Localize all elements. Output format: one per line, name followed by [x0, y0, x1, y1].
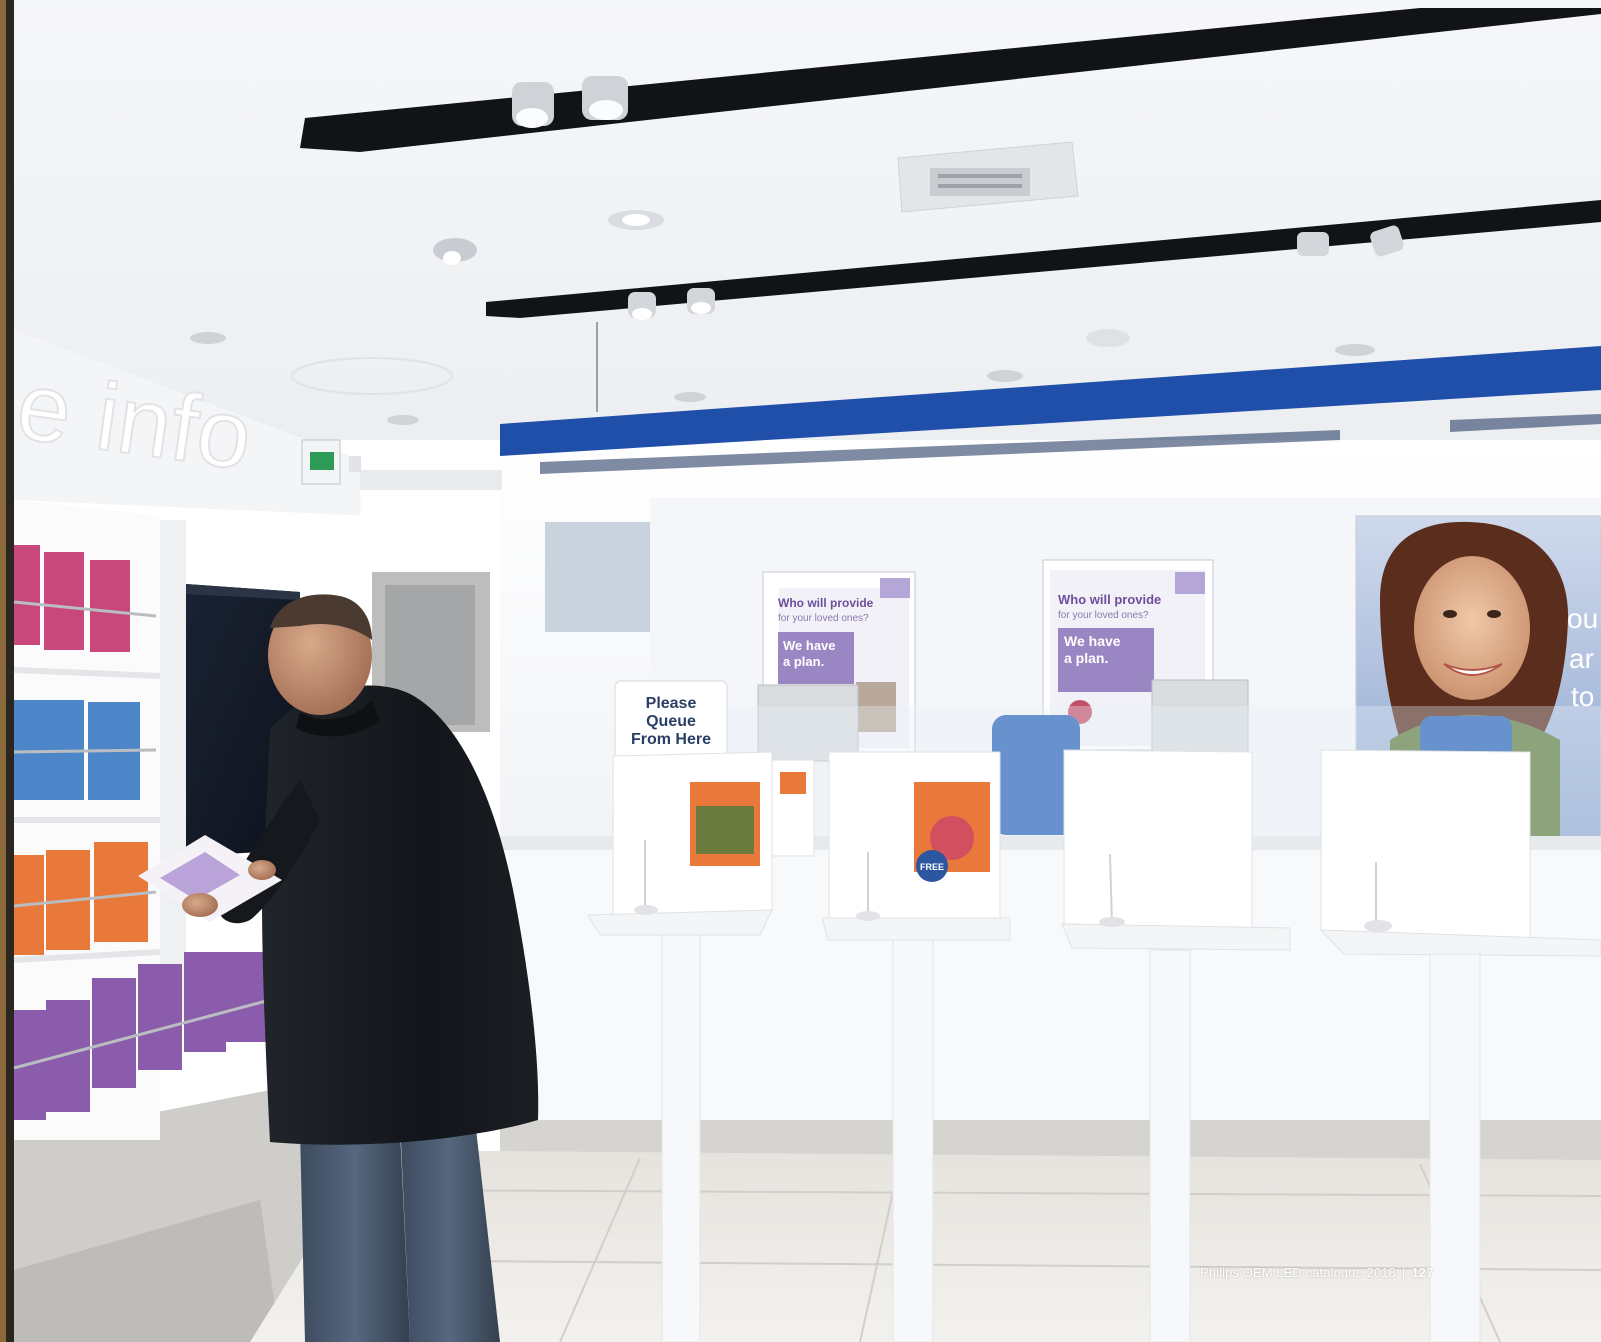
downlight-icon [1335, 344, 1375, 356]
exit-sign-icon [301, 439, 341, 485]
leaflet-purple [226, 952, 266, 1042]
smoke-detector-icon [1086, 329, 1130, 347]
downlight-icon [608, 210, 664, 230]
bank-branch-photo: Who will provide for your loved ones? We… [0, 0, 1601, 1342]
queue-sign-line: Queue [646, 713, 696, 730]
spotlight-icon [582, 76, 628, 120]
portrait-face [1414, 556, 1530, 700]
leaflet-purple [46, 1000, 90, 1112]
page-footer: Philips OEM LED catalogue 2018 | 127 [1200, 1265, 1433, 1280]
downlight-icon [987, 370, 1023, 382]
footer-separator: | [1401, 1265, 1406, 1280]
wall-switch [349, 456, 361, 472]
poster-panel-line: We have [1064, 633, 1121, 649]
publication-title: Philips OEM LED catalogue 2018 [1200, 1265, 1396, 1280]
leaflet-purple [92, 978, 136, 1088]
leaflet-orange [94, 842, 148, 942]
leaflet-pink [44, 552, 84, 650]
poster-panel-line: a plan. [1064, 650, 1108, 666]
poster-subline: for your loved ones? [1058, 610, 1149, 621]
downlight-icon [674, 392, 706, 402]
downlight-icon [387, 415, 419, 425]
spotlight-icon [512, 82, 554, 128]
poster-panel-line: a plan. [783, 654, 824, 669]
queue-sign-line: From Here [631, 731, 711, 748]
leaflet-blue [14, 700, 44, 800]
leaflet-pink [90, 560, 130, 652]
spotlight-icon [1297, 232, 1329, 256]
poster-subline: for your loved ones? [778, 613, 869, 624]
page-number: 127 [1411, 1265, 1434, 1280]
leaflet-pink [14, 545, 40, 645]
queue-sign-line: Please [646, 695, 697, 712]
poster-panel-line: We have [783, 638, 836, 653]
free-badge-text: FREE [920, 862, 944, 872]
poster-headline: Who will provide [1058, 592, 1161, 607]
spotlight-icon [687, 288, 715, 314]
spotlight-icon [628, 292, 656, 320]
poster-headline: Who will provide [778, 596, 874, 610]
leaflet-purple [184, 952, 226, 1052]
leaflet-purple [138, 964, 182, 1070]
downlight-icon [190, 332, 226, 344]
